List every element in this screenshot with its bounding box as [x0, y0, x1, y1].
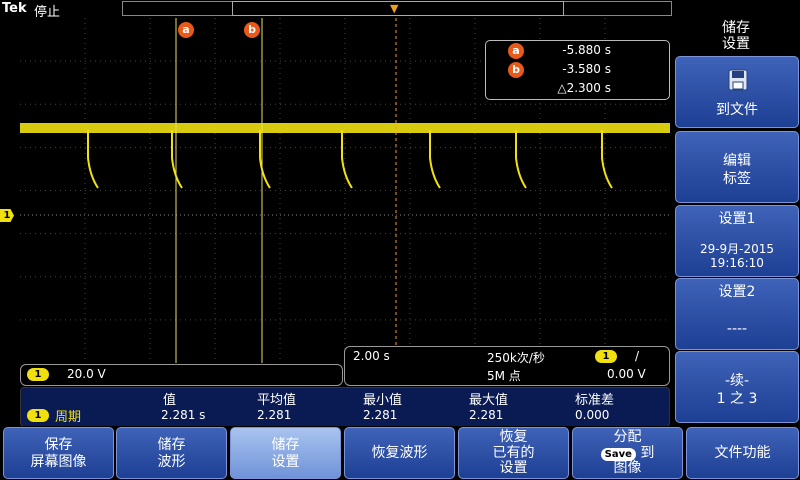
meas-header-mean: 平均值: [257, 393, 297, 408]
trigger-slope-icon: /: [635, 349, 640, 363]
bottom-button-save-setup[interactable]: 储存 设置: [230, 427, 341, 479]
assign-save-line1: 分配: [613, 429, 642, 445]
trigger-source-badge: 1: [595, 350, 617, 363]
bottom-button-recall-waveform[interactable]: 恢复波形: [344, 427, 455, 479]
cursor-readout: a -5.880 s b -3.580 s △2.300 s: [485, 40, 670, 100]
ch1-trace-spike: [341, 130, 353, 189]
trigger-position-icon: ▼: [390, 2, 399, 15]
recall-setup-line3: 设置: [499, 460, 528, 476]
status-bar: Tek 停止 ▼: [0, 0, 672, 20]
side-button-edit-label-line1: 编辑: [723, 153, 751, 169]
bottom-button-save-waveform[interactable]: 储存 波形: [116, 427, 227, 479]
meas-max: 2.281: [469, 408, 504, 422]
meas-min: 2.281: [363, 408, 398, 422]
save-waveform-line2: 波形: [157, 454, 186, 470]
ch1-trace-spike: [429, 130, 441, 189]
record-length: 5M 点: [487, 369, 521, 383]
ch1-trace-spike: [515, 130, 527, 189]
recall-waveform-label: 恢复波形: [371, 445, 428, 461]
assign-save-line3: 图像: [613, 460, 642, 476]
meas-mean: 2.281: [257, 408, 292, 422]
horizontal-readout[interactable]: 2.00 s 250k次/秒 5M 点 1 / 0.00 V: [344, 346, 670, 386]
ch1-scale: 20.0 V: [67, 367, 106, 381]
cursor-b-value: -3.580 s: [562, 62, 611, 76]
side-button-to-file[interactable]: 到文件: [675, 56, 799, 128]
bottom-button-file-utilities[interactable]: 文件功能: [686, 427, 799, 479]
cursor-delta-value: △2.300 s: [557, 81, 611, 95]
measurement-panel[interactable]: 值 平均值 最小值 最大值 标准差 1 周期 2.281 s 2.281 2.2…: [20, 387, 670, 427]
bottom-button-save-screen-image[interactable]: 保存 屏幕图像: [3, 427, 114, 479]
side-button-more[interactable]: -续- 1 之 3: [675, 351, 799, 423]
cursor-b-badge: b: [508, 62, 524, 78]
save-setup-line1: 储存: [271, 437, 300, 453]
assign-save-line2: 到: [640, 445, 655, 461]
cursor-b-label[interactable]: b: [244, 22, 260, 38]
cursor-a-value: -5.880 s: [562, 43, 611, 57]
side-button-setup1[interactable]: 设置1 29-9月-2015 19:16:10: [675, 205, 799, 277]
bottom-menu: 保存 屏幕图像 储存 波形 储存 设置 恢复波形 恢复 已有的 设置 分配 Sa…: [0, 426, 800, 480]
meas-header-stddev: 标准差: [575, 393, 615, 408]
save-setup-line2: 设置: [271, 454, 300, 470]
side-button-setup2[interactable]: 设置2 ----: [675, 278, 799, 350]
meas-name: 周期: [55, 410, 82, 425]
brand-logo: Tek: [2, 1, 27, 16]
side-menu: 储存 设置 到文件 编辑 标签 设置1 29-9月-2015 19:16:10 …: [672, 18, 800, 426]
side-menu-title-line2: 设置: [722, 36, 750, 52]
save-screen-image-line2: 屏幕图像: [30, 454, 87, 470]
setup1-time: 19:16:10: [710, 256, 764, 270]
save-screen-image-line1: 保存: [44, 437, 73, 453]
meas-value: 2.281 s: [161, 408, 206, 422]
ch1-trace-spike: [171, 130, 183, 189]
meas-stddev: 0.000: [575, 408, 610, 422]
ch1-ground-marker[interactable]: 1: [0, 209, 14, 222]
side-menu-title-line1: 储存: [722, 20, 750, 36]
side-button-edit-label-line2: 标签: [723, 171, 751, 187]
cursor-a-badge: a: [508, 43, 524, 59]
recall-setup-line1: 恢复: [499, 429, 528, 445]
setup2-label: 设置2: [718, 284, 756, 300]
file-utilities-label: 文件功能: [714, 445, 771, 461]
side-button-to-file-label: 到文件: [716, 102, 758, 118]
time-per-div: 2.00 s: [353, 349, 390, 363]
sample-rate: 250k次/秒: [487, 351, 545, 365]
side-button-edit-label[interactable]: 编辑 标签: [675, 131, 799, 203]
setup2-empty: ----: [726, 321, 748, 337]
bottom-button-recall-setup[interactable]: 恢复 已有的 设置: [458, 427, 569, 479]
more-label: -续-: [724, 373, 750, 389]
setup1-label: 设置1: [718, 211, 756, 227]
floppy-disk-icon: [728, 69, 748, 91]
cursor-a-label[interactable]: a: [178, 22, 194, 38]
ch1-scale-readout[interactable]: 1 20.0 V: [20, 364, 343, 386]
ch1-trace-spike: [601, 130, 613, 189]
meas-header-max: 最大值: [469, 393, 509, 408]
meas-header-min: 最小值: [363, 393, 403, 408]
trigger-level: 0.00 V: [607, 367, 646, 381]
ch1-badge: 1: [27, 368, 49, 381]
bottom-button-assign-save[interactable]: 分配 Save 到 图像: [572, 427, 683, 479]
setup1-date: 29-9月-2015: [699, 242, 775, 256]
ch1-trace-baseline: [20, 123, 670, 133]
ch1-trace-spike: [87, 130, 99, 189]
page-indicator: 1 之 3: [716, 391, 758, 407]
recall-setup-line2: 已有的: [492, 445, 535, 461]
meas-source-badge: 1: [27, 409, 49, 422]
side-menu-title: 储存 设置: [672, 20, 800, 52]
meas-header-value: 值: [163, 393, 177, 408]
save-waveform-line1: 储存: [157, 437, 186, 453]
